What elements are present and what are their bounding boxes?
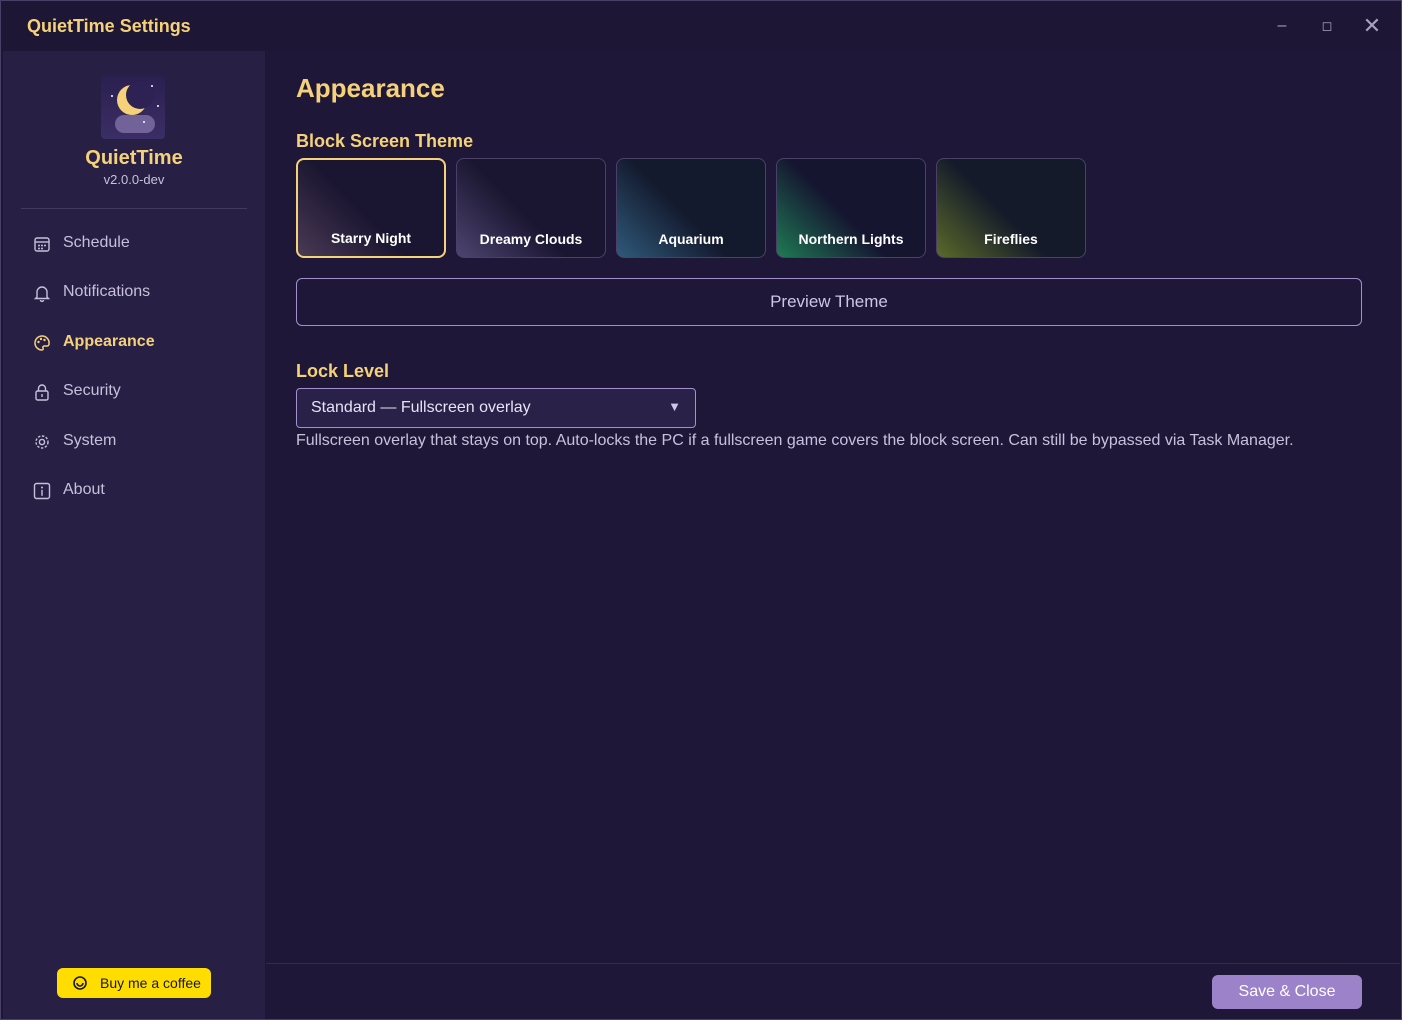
lock-level-title: Lock Level — [296, 361, 390, 381]
lock-icon — [35, 384, 49, 401]
sidebar-item-system[interactable]: System — [21, 424, 249, 460]
sidebar-item-label: System — [63, 432, 117, 449]
app-name: QuietTime — [85, 147, 183, 169]
minimize-button[interactable]: – — [1262, 11, 1302, 41]
window-title: QuietTime Settings — [27, 16, 191, 36]
buy-me-a-coffee-button[interactable]: Buy me a coffee — [57, 968, 211, 998]
theme-name: Northern Lights — [798, 231, 904, 247]
preview-theme-button[interactable]: Preview Theme — [296, 278, 1362, 326]
title-bar: QuietTime Settings – ◻ ✕ — [1, 1, 1401, 51]
theme-section-title: Block Screen Theme — [296, 131, 474, 151]
chevron-down-icon: ▼ — [668, 399, 681, 414]
coffee-label: Buy me a coffee — [100, 975, 201, 991]
calendar-icon — [34, 237, 50, 252]
theme-card-dreamy-clouds[interactable]: Dreamy Clouds — [456, 158, 606, 258]
maximize-button[interactable]: ◻ — [1307, 11, 1347, 41]
lock-level-value: Standard — Fullscreen overlay — [311, 399, 531, 416]
bell-icon — [33, 286, 51, 302]
sidebar-item-label: Appearance — [63, 333, 155, 350]
sidebar-divider — [21, 208, 247, 209]
sidebar-item-notifications[interactable]: Notifications — [21, 275, 249, 311]
sidebar: QuietTime v2.0.0-dev Schedule Notificati… — [3, 51, 265, 1019]
sidebar-item-security[interactable]: Security — [21, 374, 249, 410]
settings-window: QuietTime Settings – ◻ ✕ QuietTime v2.0.… — [0, 0, 1402, 1020]
theme-card-northern-lights[interactable]: Northern Lights — [776, 158, 926, 258]
theme-name: Aquarium — [658, 231, 724, 247]
theme-name: Dreamy Clouds — [479, 231, 583, 247]
sidebar-item-label: About — [63, 481, 105, 498]
save-and-close-button[interactable]: Save & Close — [1212, 975, 1362, 1009]
info-icon — [33, 482, 51, 500]
close-button[interactable]: ✕ — [1352, 11, 1392, 41]
lock-level-select[interactable]: Standard — Fullscreen overlay ▼ — [296, 388, 696, 428]
theme-name: Starry Night — [330, 230, 412, 246]
main-content: Appearance Block Screen Theme Starry Nig… — [266, 51, 1400, 1019]
sidebar-item-about[interactable]: About — [21, 473, 249, 509]
sidebar-item-label: Security — [63, 382, 121, 399]
sidebar-item-schedule[interactable]: Schedule — [21, 226, 249, 262]
lock-level-description: Fullscreen overlay that stays on top. Au… — [296, 432, 1294, 449]
gear-icon — [35, 435, 49, 449]
app-version: v2.0.0-dev — [103, 172, 165, 187]
sidebar-item-appearance[interactable]: Appearance — [21, 325, 249, 361]
footer-divider — [266, 963, 1400, 964]
theme-name: Fireflies — [984, 231, 1038, 247]
palette-icon — [34, 335, 50, 351]
sidebar-item-label: Notifications — [63, 283, 151, 300]
sidebar-item-label: Schedule — [63, 234, 130, 251]
theme-card-starry-night[interactable]: Starry Night — [296, 158, 446, 258]
app-logo — [101, 75, 165, 139]
theme-card-aquarium[interactable]: Aquarium — [616, 158, 766, 258]
page-title: Appearance — [296, 73, 445, 103]
coffee-cup-icon — [73, 976, 87, 990]
theme-card-fireflies[interactable]: Fireflies — [936, 158, 1086, 258]
